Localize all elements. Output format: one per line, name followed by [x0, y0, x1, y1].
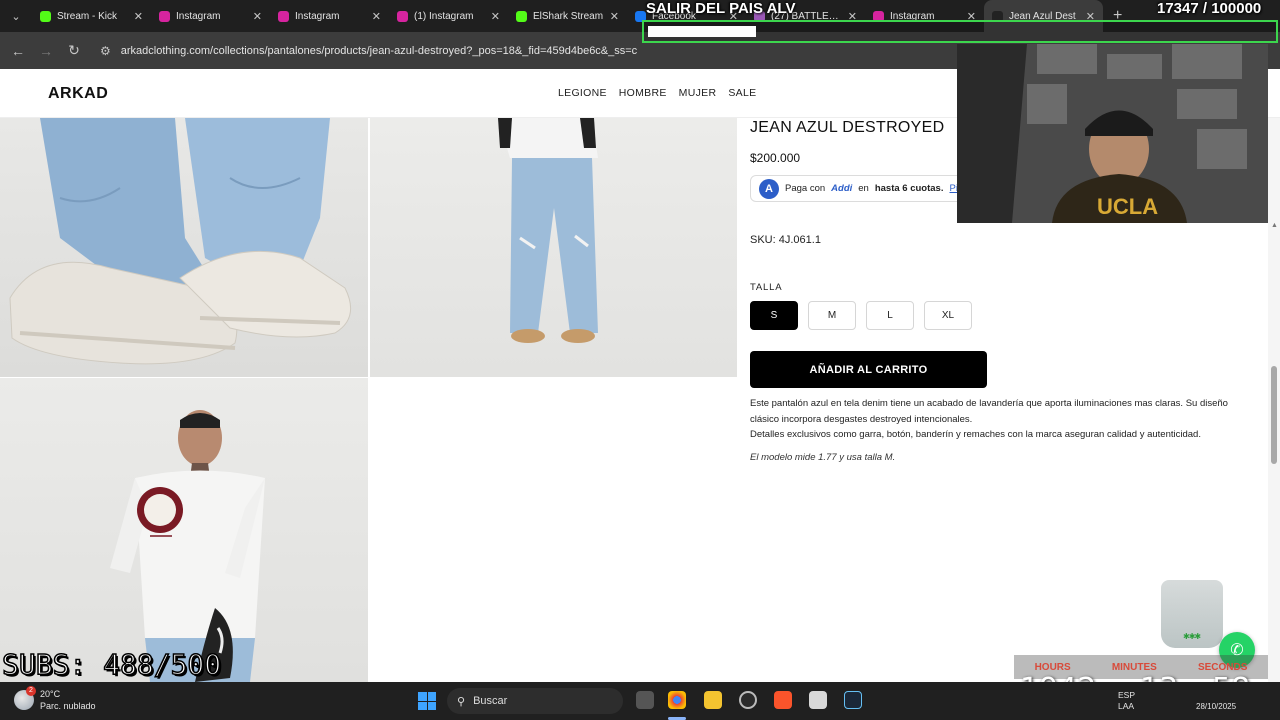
size-selector: S M L XL — [750, 301, 972, 330]
scrollbar-thumb[interactable] — [1271, 366, 1277, 464]
glass-logo-icon: ✱✱✱ — [1183, 632, 1201, 641]
weather-desc: Parc. nublado — [40, 701, 96, 711]
task-view-icon[interactable] — [636, 691, 654, 709]
goal-progress-bar — [642, 20, 1278, 43]
description-paragraph-1: Este pantalón azul en tela denim tiene u… — [750, 398, 1228, 425]
reload-button[interactable]: ↻ — [60, 42, 88, 59]
size-option-m[interactable]: M — [808, 301, 856, 330]
weather-temp: 20°C — [40, 689, 61, 699]
page-scrollbar[interactable]: ▲ — [1268, 118, 1280, 682]
tab-favicon-icon — [516, 10, 527, 22]
addi-text-prefix: Paga con — [785, 183, 826, 194]
browser-tab[interactable]: Instagram ✕ — [151, 0, 270, 32]
size-option-s[interactable]: S — [750, 301, 798, 330]
windows-start-icon[interactable] — [418, 692, 436, 710]
main-nav: LEGIONE HOMBRE MUJER SALE — [558, 87, 756, 99]
timer-label-seconds: SECONDS — [1197, 661, 1248, 673]
product-description: Este pantalón azul en tela denim tiene u… — [750, 396, 1240, 443]
product-image-shoes[interactable] — [0, 118, 368, 377]
weather-widget[interactable]: 2 20°C Parc. nublado — [14, 686, 96, 712]
tab-close-icon[interactable]: ✕ — [610, 10, 619, 23]
nav-hombre[interactable]: HOMBRE — [619, 87, 667, 99]
tab-search-button[interactable]: ⌄ — [0, 0, 32, 32]
tab-label: Instagram — [295, 10, 340, 22]
obs-icon[interactable] — [739, 691, 757, 709]
tab-label: Stream - Kick — [57, 10, 118, 22]
timer-label-minutes: MINUTES — [1111, 661, 1157, 673]
screen: ⌄ Stream - Kick ✕ Instagram ✕ Instagram ✕ (1) … — [0, 0, 1280, 720]
size-label: TALLA — [750, 282, 783, 293]
addi-brand: Addi — [831, 183, 853, 194]
steam-icon[interactable] — [844, 691, 862, 709]
svg-text:UCLA: UCLA — [1097, 194, 1158, 219]
tab-favicon-icon — [159, 10, 170, 22]
tab-close-icon[interactable]: ✕ — [372, 10, 381, 23]
brave-icon[interactable] — [774, 691, 792, 709]
scroll-up-icon[interactable]: ▲ — [1271, 222, 1278, 229]
tab-favicon-icon — [40, 10, 51, 22]
tab-label: Instagram — [176, 10, 221, 22]
product-sku: SKU: 4J.061.1 — [750, 234, 821, 246]
site-logo[interactable]: ARKAD — [48, 85, 108, 103]
product-image-front[interactable] — [370, 118, 737, 377]
search-icon: ⚲ — [457, 695, 466, 708]
glass-overlay-image: ✱✱✱ — [1161, 580, 1223, 648]
lang-secondary: LAA — [1118, 701, 1135, 711]
tab-favicon-icon — [397, 10, 408, 22]
addi-text-middle: en — [858, 183, 869, 194]
description-paragraph-2: Detalles exclusivos como garra, botón, b… — [750, 429, 1201, 440]
goal-title: SALIR DEL PAIS ALV — [646, 0, 796, 17]
product-title: JEAN AZUL DESTROYED — [750, 119, 945, 136]
tab-label: (1) Instagram — [414, 10, 474, 22]
nav-sale[interactable]: SALE — [728, 87, 756, 99]
size-option-xl[interactable]: XL — [924, 301, 972, 330]
browser-tab[interactable]: Instagram ✕ — [270, 0, 389, 32]
tab-favicon-icon — [278, 10, 289, 22]
browser-tab[interactable]: (1) Instagram ✕ — [389, 0, 508, 32]
tab-close-icon[interactable]: ✕ — [491, 10, 500, 23]
taskbar-date[interactable]: 28/10/2025 — [1196, 702, 1236, 711]
tab-label: ElShark Stream — [533, 10, 604, 22]
goal-count: 17347 / 100000 — [1157, 0, 1262, 17]
addi-logo-icon: A — [759, 178, 779, 199]
weather-badge: 2 — [26, 686, 36, 696]
taskbar-search[interactable]: ⚲ Buscar — [447, 688, 623, 714]
timer-label-hours: HOURS — [1034, 661, 1071, 673]
search-placeholder: Buscar — [473, 695, 508, 707]
addi-financing-banner[interactable]: A Paga con Addi en hasta 6 cuotas. Pide — [750, 175, 970, 202]
product-image-back[interactable] — [0, 378, 368, 682]
site-info-icon[interactable]: ⚙ — [100, 44, 111, 58]
notepad-icon[interactable] — [809, 691, 827, 709]
nav-mujer[interactable]: MUJER — [679, 87, 717, 99]
addi-installments: hasta 6 cuotas. — [874, 183, 944, 194]
add-to-cart-button[interactable]: AÑADIR AL CARRITO — [750, 351, 987, 388]
browser-tab[interactable]: Stream - Kick ✕ — [32, 0, 151, 32]
goal-progress-fill — [648, 26, 757, 37]
weather-cloud-icon: 2 — [14, 686, 36, 710]
lang-primary: ESP — [1118, 690, 1136, 700]
chrome-icon[interactable] — [668, 691, 686, 709]
back-button[interactable]: ← — [4, 43, 32, 59]
forward-button[interactable]: → — [32, 43, 60, 59]
model-note: El modelo mide 1.77 y usa talla M. — [750, 452, 896, 463]
url-text: arkadclothing.com/collections/pantalones… — [120, 44, 638, 57]
tab-close-icon[interactable]: ✕ — [253, 10, 262, 23]
webcam-feed: UCLA — [957, 44, 1268, 223]
language-indicator[interactable]: ESP LAA — [1118, 690, 1135, 712]
nav-legione[interactable]: LEGIONE — [558, 87, 607, 99]
product-price: $200.000 — [750, 151, 801, 165]
size-option-l[interactable]: L — [866, 301, 914, 330]
subs-counter: SUBS: 488/500 — [1, 647, 222, 682]
windows-taskbar: 2 20°C Parc. nublado ⚲ Buscar ESP LAA 28… — [0, 682, 1280, 720]
tab-close-icon[interactable]: ✕ — [134, 10, 143, 23]
file-explorer-icon[interactable] — [704, 691, 722, 709]
browser-tab[interactable]: ElShark Stream ✕ — [508, 0, 627, 32]
